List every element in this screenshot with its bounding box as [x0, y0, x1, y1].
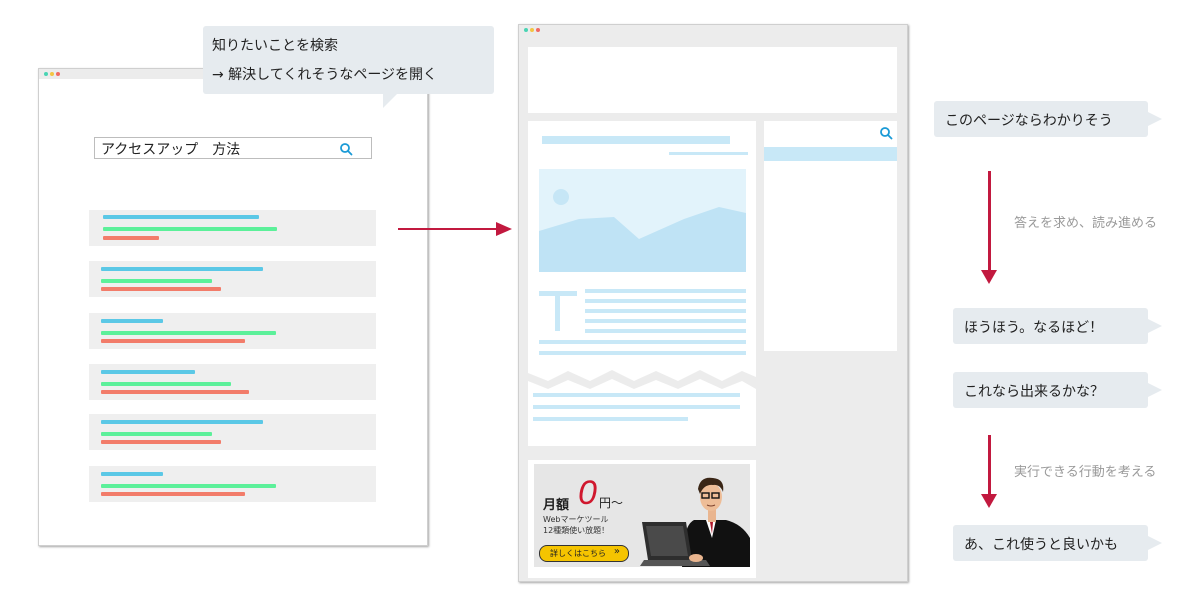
article-image [539, 169, 746, 272]
bubble-tail [383, 94, 397, 108]
ad-tagline-1: Webマーケツール [543, 515, 609, 524]
thought-bubble-4: あ、これ使うと良いかも [953, 525, 1162, 561]
ad-details-button-label: 詳しくはこちら [550, 549, 606, 558]
ad-details-button[interactable]: 詳しくはこちら » [539, 545, 629, 562]
paragraph-line [585, 329, 746, 333]
sidebar-blue-block [764, 147, 897, 161]
thought-text-4: あ、これ使うと良いかも [964, 537, 1118, 553]
flow-arrow-down-1 [988, 171, 991, 271]
paragraph-line [585, 289, 746, 293]
search-results-window: アクセスアップ 方法 [38, 68, 428, 546]
thought-bubble-2: ほうほう。なるほど！ [953, 308, 1162, 344]
window-dot-green [524, 28, 528, 32]
window-dot-yellow [530, 28, 534, 32]
drop-cap-stem [555, 291, 560, 331]
paragraph-line [585, 309, 746, 313]
thought-text-2: ほうほう。なるほど！ [964, 320, 1104, 336]
bubble-tail [1148, 536, 1162, 550]
chevron-right-icon: » [613, 546, 620, 557]
search-result-item[interactable] [89, 414, 376, 450]
article-page-window: 月額 0 円〜 Webマーケツール 12種類使い放題！ 詳しくはこちら » [518, 24, 908, 582]
bubble-tail [1148, 112, 1162, 126]
result-title-line [101, 267, 263, 271]
result-url-line [103, 227, 277, 231]
result-desc-line [103, 236, 159, 240]
person-with-laptop-illustration [640, 477, 750, 567]
result-url-line [101, 331, 276, 335]
paragraph-line [585, 299, 746, 303]
ad-price-number: 0 [578, 474, 597, 512]
step-note-1: 答えを求め、読み進める [1014, 216, 1158, 231]
torn-page-edge [528, 370, 756, 389]
ad-tagline-2: 12種類使い放題！ [543, 526, 610, 535]
paragraph-line [533, 393, 740, 397]
search-result-item[interactable] [89, 261, 376, 297]
search-result-item[interactable] [89, 466, 376, 502]
thought-text-1: このページならわかりそう [945, 113, 1113, 129]
result-desc-line [101, 287, 221, 291]
result-title-line [101, 370, 195, 374]
result-desc-line [101, 492, 245, 496]
ad-monthly-fee-label: 月額 [543, 498, 570, 513]
search-intent-bubble: 知りたいことを検索 → 解決してくれそうなページを開く [203, 26, 494, 108]
window-titlebar [519, 25, 907, 35]
flow-arrow-down-1-head [981, 270, 997, 284]
search-intent-line2: → 解決してくれそうなページを開く [212, 67, 438, 83]
flow-arrow-down-2 [988, 435, 991, 495]
bubble-tail [1148, 319, 1162, 333]
result-url-line [101, 484, 276, 488]
page-header-block [528, 47, 897, 113]
window-dot-yellow [50, 72, 54, 76]
thought-bubble-3: これなら出来るかな？ [953, 372, 1162, 408]
flow-arrow-down-2-head [981, 494, 997, 508]
search-query-text: アクセスアップ 方法 [101, 142, 241, 158]
result-title-line [101, 472, 163, 476]
article-title-line [542, 136, 730, 144]
search-intent-line1: 知りたいことを検索 [212, 38, 338, 54]
window-dot-green [44, 72, 48, 76]
result-url-line [101, 432, 212, 436]
result-url-line [101, 382, 231, 386]
result-desc-line [101, 339, 245, 343]
bubble-tail [1148, 383, 1162, 397]
result-title-line [101, 420, 263, 424]
paragraph-line [585, 319, 746, 323]
search-box[interactable]: アクセスアップ 方法 [94, 137, 372, 159]
article-meta-line [669, 152, 748, 155]
ad-banner-frame: 月額 0 円〜 Webマーケツール 12種類使い放題！ 詳しくはこちら » [528, 460, 756, 578]
search-result-item[interactable] [89, 313, 376, 349]
article-main-column [528, 121, 756, 446]
ad-price-unit: 円〜 [599, 496, 624, 510]
thought-bubble-1: このページならわかりそう [934, 101, 1162, 137]
ad-banner[interactable]: 月額 0 円〜 Webマーケツール 12種類使い放題！ 詳しくはこちら » [534, 464, 750, 567]
paragraph-line [533, 405, 740, 409]
search-icon[interactable] [879, 125, 893, 140]
paragraph-line [533, 417, 688, 421]
result-desc-line [101, 390, 249, 394]
step-note-2: 実行できる行動を考える [1014, 465, 1157, 480]
paragraph-line [539, 351, 746, 355]
image-placeholder-icon [539, 189, 746, 272]
paragraph-line [539, 340, 746, 344]
search-result-item[interactable] [89, 364, 376, 400]
window-dot-red [56, 72, 60, 76]
flow-arrow-right [398, 228, 498, 230]
page-sidebar [764, 121, 897, 351]
result-title-line [103, 215, 259, 219]
search-result-item[interactable] [89, 210, 376, 246]
result-title-line [101, 319, 163, 323]
result-desc-line [101, 440, 221, 444]
window-dot-red [536, 28, 540, 32]
search-icon[interactable] [339, 141, 353, 156]
thought-text-3: これなら出来るかな？ [964, 384, 1104, 400]
flow-arrow-right-head [496, 222, 512, 236]
result-url-line [101, 279, 212, 283]
